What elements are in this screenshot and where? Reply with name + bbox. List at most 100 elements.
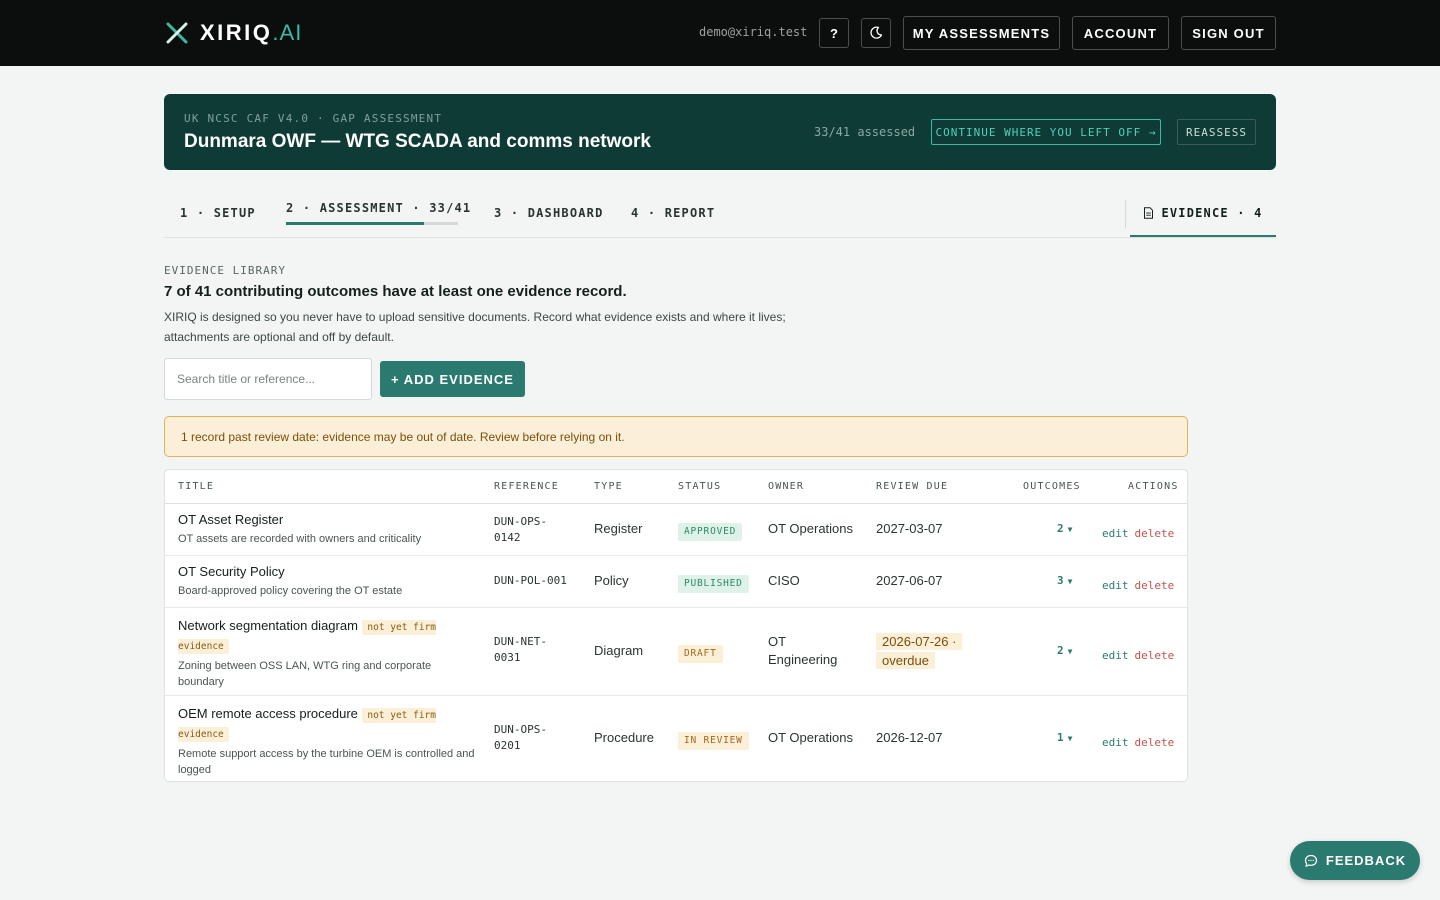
delete-link[interactable]: delete	[1135, 527, 1175, 540]
row-subtitle: Remote support access by the turbine OEM…	[178, 748, 475, 776]
table-row[interactable]: OEM remote access procedure not yet firm…	[165, 696, 1187, 781]
outcomes-dropdown[interactable]: 2 ▼	[1057, 522, 1072, 535]
feedback-label: FEEDBACK	[1325, 853, 1407, 868]
row-owner: CISO	[768, 573, 800, 588]
col-header-actions: ACTIONS	[1128, 481, 1179, 492]
col-header-type[interactable]: TYPE	[594, 481, 623, 492]
steps-divider	[164, 237, 1276, 238]
brand-wordmark: XIRIQ.AI	[200, 20, 303, 45]
help-button[interactable]: ?	[819, 18, 849, 48]
status-badge: APPROVED	[678, 523, 743, 541]
assessed-count: 33/41 assessed	[814, 125, 916, 139]
step-setup[interactable]: 1 · SETUP	[180, 206, 256, 220]
section-description: XIRIQ is designed so you never have to u…	[164, 310, 786, 344]
document-icon	[1144, 207, 1154, 219]
edit-link[interactable]: edit	[1102, 736, 1129, 749]
row-reference: DUN-OPS-0201	[494, 723, 547, 752]
section-kicker: EVIDENCE LIBRARY	[164, 264, 286, 277]
delete-link[interactable]: delete	[1135, 579, 1175, 592]
outcomes-dropdown[interactable]: 3 ▼	[1057, 574, 1072, 587]
col-header-title[interactable]: TITLE	[178, 481, 214, 492]
row-review-due: 2027-06-07	[876, 573, 943, 588]
row-reference: DUN-OPS-0142	[494, 515, 547, 544]
row-reference: DUN-POL-001	[494, 574, 567, 587]
row-actions: edit delete	[1102, 574, 1174, 593]
col-header-status[interactable]: STATUS	[678, 481, 721, 492]
evidence-table: TITLE REFERENCE TYPE STATUS OWNER REVIEW…	[164, 469, 1188, 782]
table-row[interactable]: OT Asset Register OT assets are recorded…	[165, 504, 1187, 556]
caret-down-icon: ▼	[1067, 525, 1073, 534]
tab-divider	[1125, 200, 1126, 228]
edit-link[interactable]: edit	[1102, 527, 1129, 540]
table-row[interactable]: Network segmentation diagram not yet fir…	[165, 608, 1187, 696]
row-owner: OT Operations	[768, 730, 854, 745]
user-email: demo@xiriq.test	[699, 25, 808, 39]
table-row[interactable]: OT Security Policy Board-approved policy…	[165, 556, 1187, 608]
row-title-cell: OEM remote access procedure not yet firm…	[178, 704, 478, 778]
row-reference: DUN-NET-0031	[494, 635, 547, 664]
row-type: Register	[594, 521, 643, 536]
outcomes-dropdown[interactable]: 2 ▼	[1057, 644, 1072, 657]
col-header-reference[interactable]: REFERENCE	[494, 481, 559, 492]
col-header-review-due[interactable]: REVIEW DUE	[876, 481, 948, 492]
row-review-due: 2027-03-07	[876, 521, 943, 536]
row-owner: OT Engineering	[768, 634, 838, 667]
brand-logo[interactable]: XIRIQ.AI	[166, 20, 302, 46]
status-badge: IN REVIEW	[678, 732, 749, 750]
row-owner: OT Operations	[768, 521, 854, 536]
row-type: Policy	[594, 573, 629, 588]
chat-bubble-icon	[1304, 854, 1317, 867]
edit-link[interactable]: edit	[1102, 649, 1129, 662]
col-header-owner[interactable]: OWNER	[768, 481, 804, 492]
review-warning-banner: 1 record past review date: evidence may …	[164, 416, 1188, 457]
row-title: OT Asset Register	[178, 512, 284, 527]
step-report[interactable]: 4 · REPORT	[631, 206, 715, 220]
row-actions: edit delete	[1102, 731, 1174, 750]
search-input[interactable]	[164, 358, 372, 400]
caret-down-icon: ▼	[1067, 577, 1073, 586]
add-evidence-button[interactable]: + ADD EVIDENCE	[380, 361, 525, 397]
assessment-progress-fill	[286, 222, 425, 225]
top-bar: XIRIQ.AI demo@xiriq.test ? MY ASSESSMENT…	[0, 0, 1440, 66]
account-button[interactable]: ACCOUNT	[1072, 16, 1169, 50]
row-title: OT Security Policy	[178, 564, 285, 579]
tab-evidence[interactable]: EVIDENCE · 4	[1130, 200, 1276, 237]
sign-out-button[interactable]: SIGN OUT	[1181, 16, 1276, 50]
col-header-outcomes[interactable]: OUTCOMES	[1023, 481, 1081, 492]
tab-evidence-label: EVIDENCE · 4	[1161, 206, 1263, 220]
row-actions: edit delete	[1102, 522, 1174, 541]
row-review-due: 2026-12-07	[876, 730, 943, 745]
row-title: Network segmentation diagram	[178, 618, 358, 633]
row-subtitle: Zoning between OSS LAN, WTG ring and cor…	[178, 660, 432, 688]
row-title-cell: OT Asset Register OT assets are recorded…	[178, 512, 478, 547]
theme-toggle-button[interactable]	[861, 18, 891, 48]
delete-link[interactable]: delete	[1135, 736, 1175, 749]
banner-kicker: UK NCSC CAF V4.0 · GAP ASSESSMENT	[184, 112, 443, 125]
row-subtitle: OT assets are recorded with owners and c…	[178, 533, 422, 545]
delete-link[interactable]: delete	[1135, 649, 1175, 662]
status-badge: DRAFT	[678, 645, 723, 663]
row-type: Procedure	[594, 730, 654, 745]
x-logo-icon	[166, 22, 188, 44]
row-title: OEM remote access procedure	[178, 706, 358, 721]
row-title-cell: Network segmentation diagram not yet fir…	[178, 616, 478, 690]
edit-link[interactable]: edit	[1102, 579, 1129, 592]
row-actions: edit delete	[1102, 644, 1174, 663]
assessment-title: Dunmara OWF — WTG SCADA and comms networ…	[184, 131, 651, 152]
section-title: 7 of 41 contributing outcomes have at le…	[164, 283, 627, 300]
row-title-cell: OT Security Policy Board-approved policy…	[178, 564, 478, 599]
step-dashboard[interactable]: 3 · DASHBOARD	[494, 206, 604, 220]
row-subtitle: Board-approved policy covering the OT es…	[178, 585, 403, 597]
overdue-review-date: 2026-07-26 · overdue	[876, 633, 963, 669]
assessment-banner: UK NCSC CAF V4.0 · GAP ASSESSMENT Dunmar…	[164, 94, 1276, 170]
status-badge: PUBLISHED	[678, 575, 749, 593]
continue-button[interactable]: CONTINUE WHERE YOU LEFT OFF →	[931, 119, 1161, 145]
moon-icon	[870, 26, 883, 39]
reassess-button[interactable]: REASSESS	[1177, 119, 1256, 145]
outcomes-dropdown[interactable]: 1 ▼	[1057, 731, 1072, 744]
row-type: Diagram	[594, 643, 644, 658]
caret-down-icon: ▼	[1067, 647, 1073, 656]
feedback-button[interactable]: FEEDBACK	[1290, 841, 1420, 880]
step-assessment[interactable]: 2 · ASSESSMENT · 33/41	[286, 201, 471, 215]
my-assessments-button[interactable]: MY ASSESSMENTS	[903, 16, 1060, 50]
